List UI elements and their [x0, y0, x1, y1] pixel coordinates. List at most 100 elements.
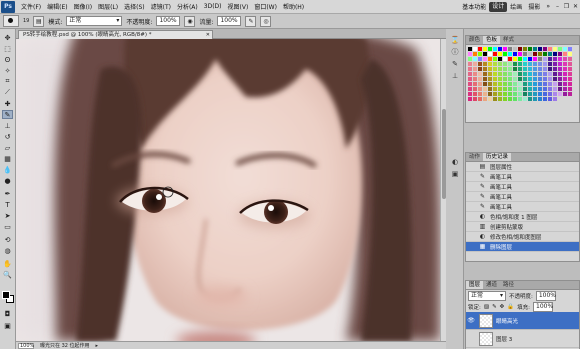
workspace-more-button[interactable]: »: [543, 3, 553, 10]
history-item-selected[interactable]: ▦ 删除图层: [466, 242, 579, 252]
menu-select[interactable]: 选择(S): [121, 2, 148, 11]
quick-select-tool-icon[interactable]: ✧: [2, 66, 13, 75]
clone-stamp-tool-icon[interactable]: ⊥: [2, 121, 13, 130]
lock-transparency-icon[interactable]: ▨: [484, 304, 489, 310]
move-tool-icon[interactable]: ✥: [2, 33, 13, 42]
zoom-tool-icon[interactable]: 🔍: [2, 270, 13, 279]
marquee-tool-icon[interactable]: ⬚: [2, 44, 13, 53]
tab-history[interactable]: 历史记录: [483, 153, 512, 161]
tab-color[interactable]: 颜色: [466, 36, 483, 44]
dodge-tool-icon[interactable]: ●: [2, 176, 13, 185]
history-item[interactable]: ◐ 修改色相/饱和度图层: [466, 232, 579, 242]
airbrush-icon[interactable]: ✎: [245, 15, 257, 27]
workspace-photography-button[interactable]: 摄影: [525, 2, 543, 11]
lock-position-icon[interactable]: ✥: [500, 304, 505, 310]
crop-tool-icon[interactable]: ⌗: [2, 77, 13, 86]
menu-layer[interactable]: 图层(L): [95, 2, 121, 11]
mode-select[interactable]: 正常 ▾: [66, 16, 123, 26]
document-canvas[interactable]: [16, 39, 440, 341]
tab-paths[interactable]: 路径: [500, 281, 517, 289]
brush-panel-toggle-icon[interactable]: ▤: [33, 15, 45, 27]
brush-panel-icon[interactable]: ✎: [450, 59, 460, 68]
history-item[interactable]: ✎ 画笔工具: [466, 182, 579, 192]
history-item-label: 画笔工具: [490, 174, 513, 181]
layer-thumbnail: [479, 331, 493, 346]
opacity-input[interactable]: 100%: [156, 16, 181, 26]
brush-size-value: 19: [23, 18, 30, 24]
menu-window[interactable]: 窗口(W): [251, 2, 280, 11]
type-tool-icon[interactable]: T: [2, 200, 13, 209]
screen-mode-icon[interactable]: ▣: [2, 321, 13, 330]
3d-rotate-tool-icon[interactable]: ⟲: [2, 235, 13, 244]
history-panel-icon[interactable]: ⌛: [450, 35, 460, 44]
3d-orbit-tool-icon[interactable]: ◍: [2, 246, 13, 255]
lock-all-icon[interactable]: 🔒: [507, 304, 514, 310]
menu-file[interactable]: 文件(F): [18, 2, 44, 11]
healing-tool-icon[interactable]: ✚: [2, 99, 13, 108]
eye-icon[interactable]: 👁: [466, 317, 476, 324]
layer-row-selected[interactable]: 👁 眼睛高光: [466, 312, 579, 330]
tab-styles[interactable]: 样式: [500, 36, 517, 44]
history-item[interactable]: ✎ 画笔工具: [466, 172, 579, 182]
gradient-tool-icon[interactable]: ▦: [2, 154, 13, 163]
history-item[interactable]: ▥ 创建剪贴蒙版: [466, 222, 579, 232]
blur-tool-icon[interactable]: 💧: [2, 165, 13, 174]
pressure-opacity-icon[interactable]: ◉: [184, 15, 196, 27]
lasso-tool-icon[interactable]: ʘ: [2, 55, 13, 64]
masks-panel-icon[interactable]: ▣: [450, 169, 460, 178]
swatch-grid[interactable]: [466, 45, 579, 104]
menu-analysis[interactable]: 分析(A): [174, 2, 201, 11]
document-tab-title: PS转手绘教程.psd @ 100% (眼睛高光, RGB/8#) *: [23, 32, 152, 38]
tab-channels[interactable]: 通道: [483, 281, 500, 289]
brush-tool-icon[interactable]: ✎: [2, 110, 13, 119]
flow-input[interactable]: 100%: [217, 16, 242, 26]
eyedropper-tool-icon[interactable]: ⟋: [2, 88, 13, 97]
clone-source-icon[interactable]: ⊥: [450, 71, 460, 80]
workspace-essentials-button[interactable]: 基本功能: [459, 2, 489, 11]
close-icon[interactable]: ✕: [571, 3, 580, 10]
menu-3d[interactable]: 3D(D): [201, 3, 225, 10]
restore-icon[interactable]: ❐: [562, 3, 571, 10]
pen-tool-icon[interactable]: ✒: [2, 189, 13, 198]
close-tab-icon[interactable]: ✕: [206, 31, 210, 39]
menu-view[interactable]: 视图(V): [225, 2, 252, 11]
tab-swatches[interactable]: 色板: [483, 36, 501, 44]
workspace-painting-button[interactable]: 绘画: [507, 2, 525, 11]
path-select-tool-icon[interactable]: ➤: [2, 211, 13, 220]
history-item[interactable]: ▤ 图层属性: [466, 162, 579, 172]
blend-mode-select[interactable]: 正常 ▾: [468, 290, 506, 301]
menu-image[interactable]: 图像(I): [71, 2, 95, 11]
history-brush-tool-icon[interactable]: ↺: [2, 132, 13, 141]
menu-edit[interactable]: 编辑(E): [44, 2, 70, 11]
color-swatch[interactable]: [568, 92, 573, 97]
history-item[interactable]: ✎ 画笔工具: [466, 192, 579, 202]
fill-value: 100%: [536, 302, 554, 310]
eraser-tool-icon[interactable]: ▱: [2, 143, 13, 152]
brush-preset-picker[interactable]: [3, 15, 19, 27]
history-item[interactable]: ◐ 色相/饱和度 1 图层: [466, 212, 579, 222]
adjustments-panel-icon[interactable]: ◐: [450, 157, 460, 166]
minimize-icon[interactable]: –: [553, 3, 562, 10]
clipping-mask-icon: ▥: [479, 223, 486, 230]
quick-mask-icon[interactable]: ◘: [2, 309, 13, 318]
menu-filter[interactable]: 滤镜(T): [148, 2, 174, 11]
layer-row[interactable]: 图层 3: [466, 330, 579, 348]
history-item[interactable]: ✎ 画笔工具: [466, 202, 579, 212]
foreground-color-swatch[interactable]: [2, 291, 10, 299]
color-swatch[interactable]: [553, 97, 558, 102]
menu-help[interactable]: 帮助(H): [280, 2, 307, 11]
fill-input[interactable]: 100%: [533, 301, 554, 312]
document-tab[interactable]: PS转手绘教程.psd @ 100% (眼睛高光, RGB/8#) * ✕: [18, 30, 213, 39]
history-item-label: 创建剪贴蒙版: [490, 224, 524, 231]
tab-actions[interactable]: 动作: [466, 153, 483, 161]
lock-pixels-icon[interactable]: ✎: [492, 304, 497, 310]
workspace-design-button[interactable]: 设计: [489, 1, 508, 12]
pressure-size-icon[interactable]: ◎: [260, 15, 272, 27]
zoom-field[interactable]: 100%: [18, 342, 34, 349]
status-arrow-icon[interactable]: ▸: [96, 343, 99, 349]
hand-tool-icon[interactable]: ✋: [2, 259, 13, 268]
info-panel-icon[interactable]: ⓘ: [450, 47, 460, 56]
layer-opacity-input[interactable]: 100%: [535, 290, 556, 301]
shape-tool-icon[interactable]: ▭: [2, 222, 13, 231]
tab-layers[interactable]: 图层: [466, 281, 484, 289]
